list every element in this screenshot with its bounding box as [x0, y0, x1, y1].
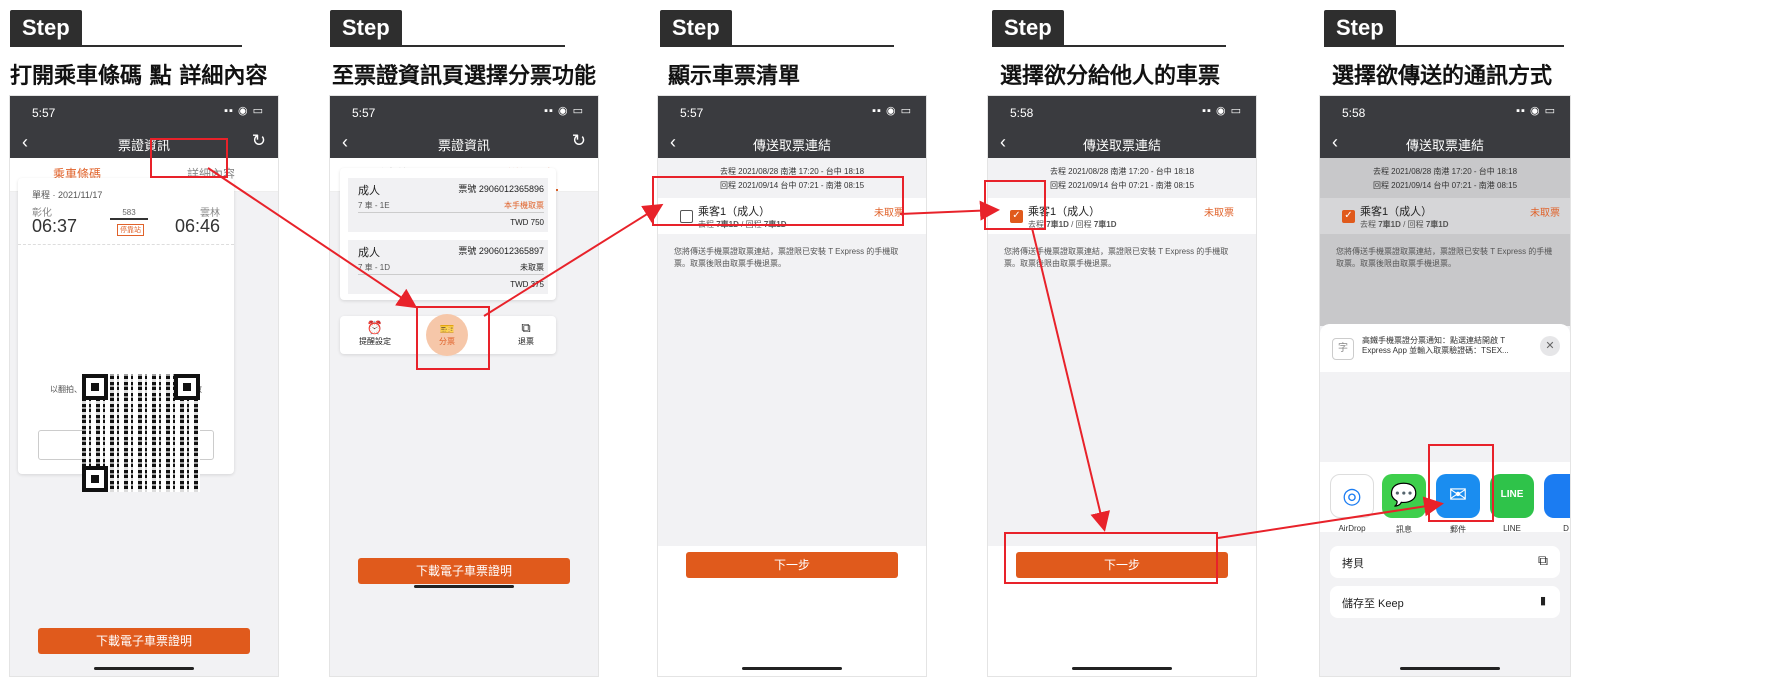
arrow-split-to-list [483, 203, 664, 317]
arrow-checkbox-to-next [1031, 227, 1110, 532]
arrow-list-to-checkbox [899, 200, 1000, 221]
arrow-details-to-split [207, 167, 418, 309]
tutorial-canvas: Step 0 打開乘車條碼 點 詳細內容 Step 1 至票證資訊頁選擇分票功能… [0, 0, 1776, 688]
flow-arrows [207, 167, 1444, 539]
arrow-next-to-mail [1217, 496, 1444, 539]
